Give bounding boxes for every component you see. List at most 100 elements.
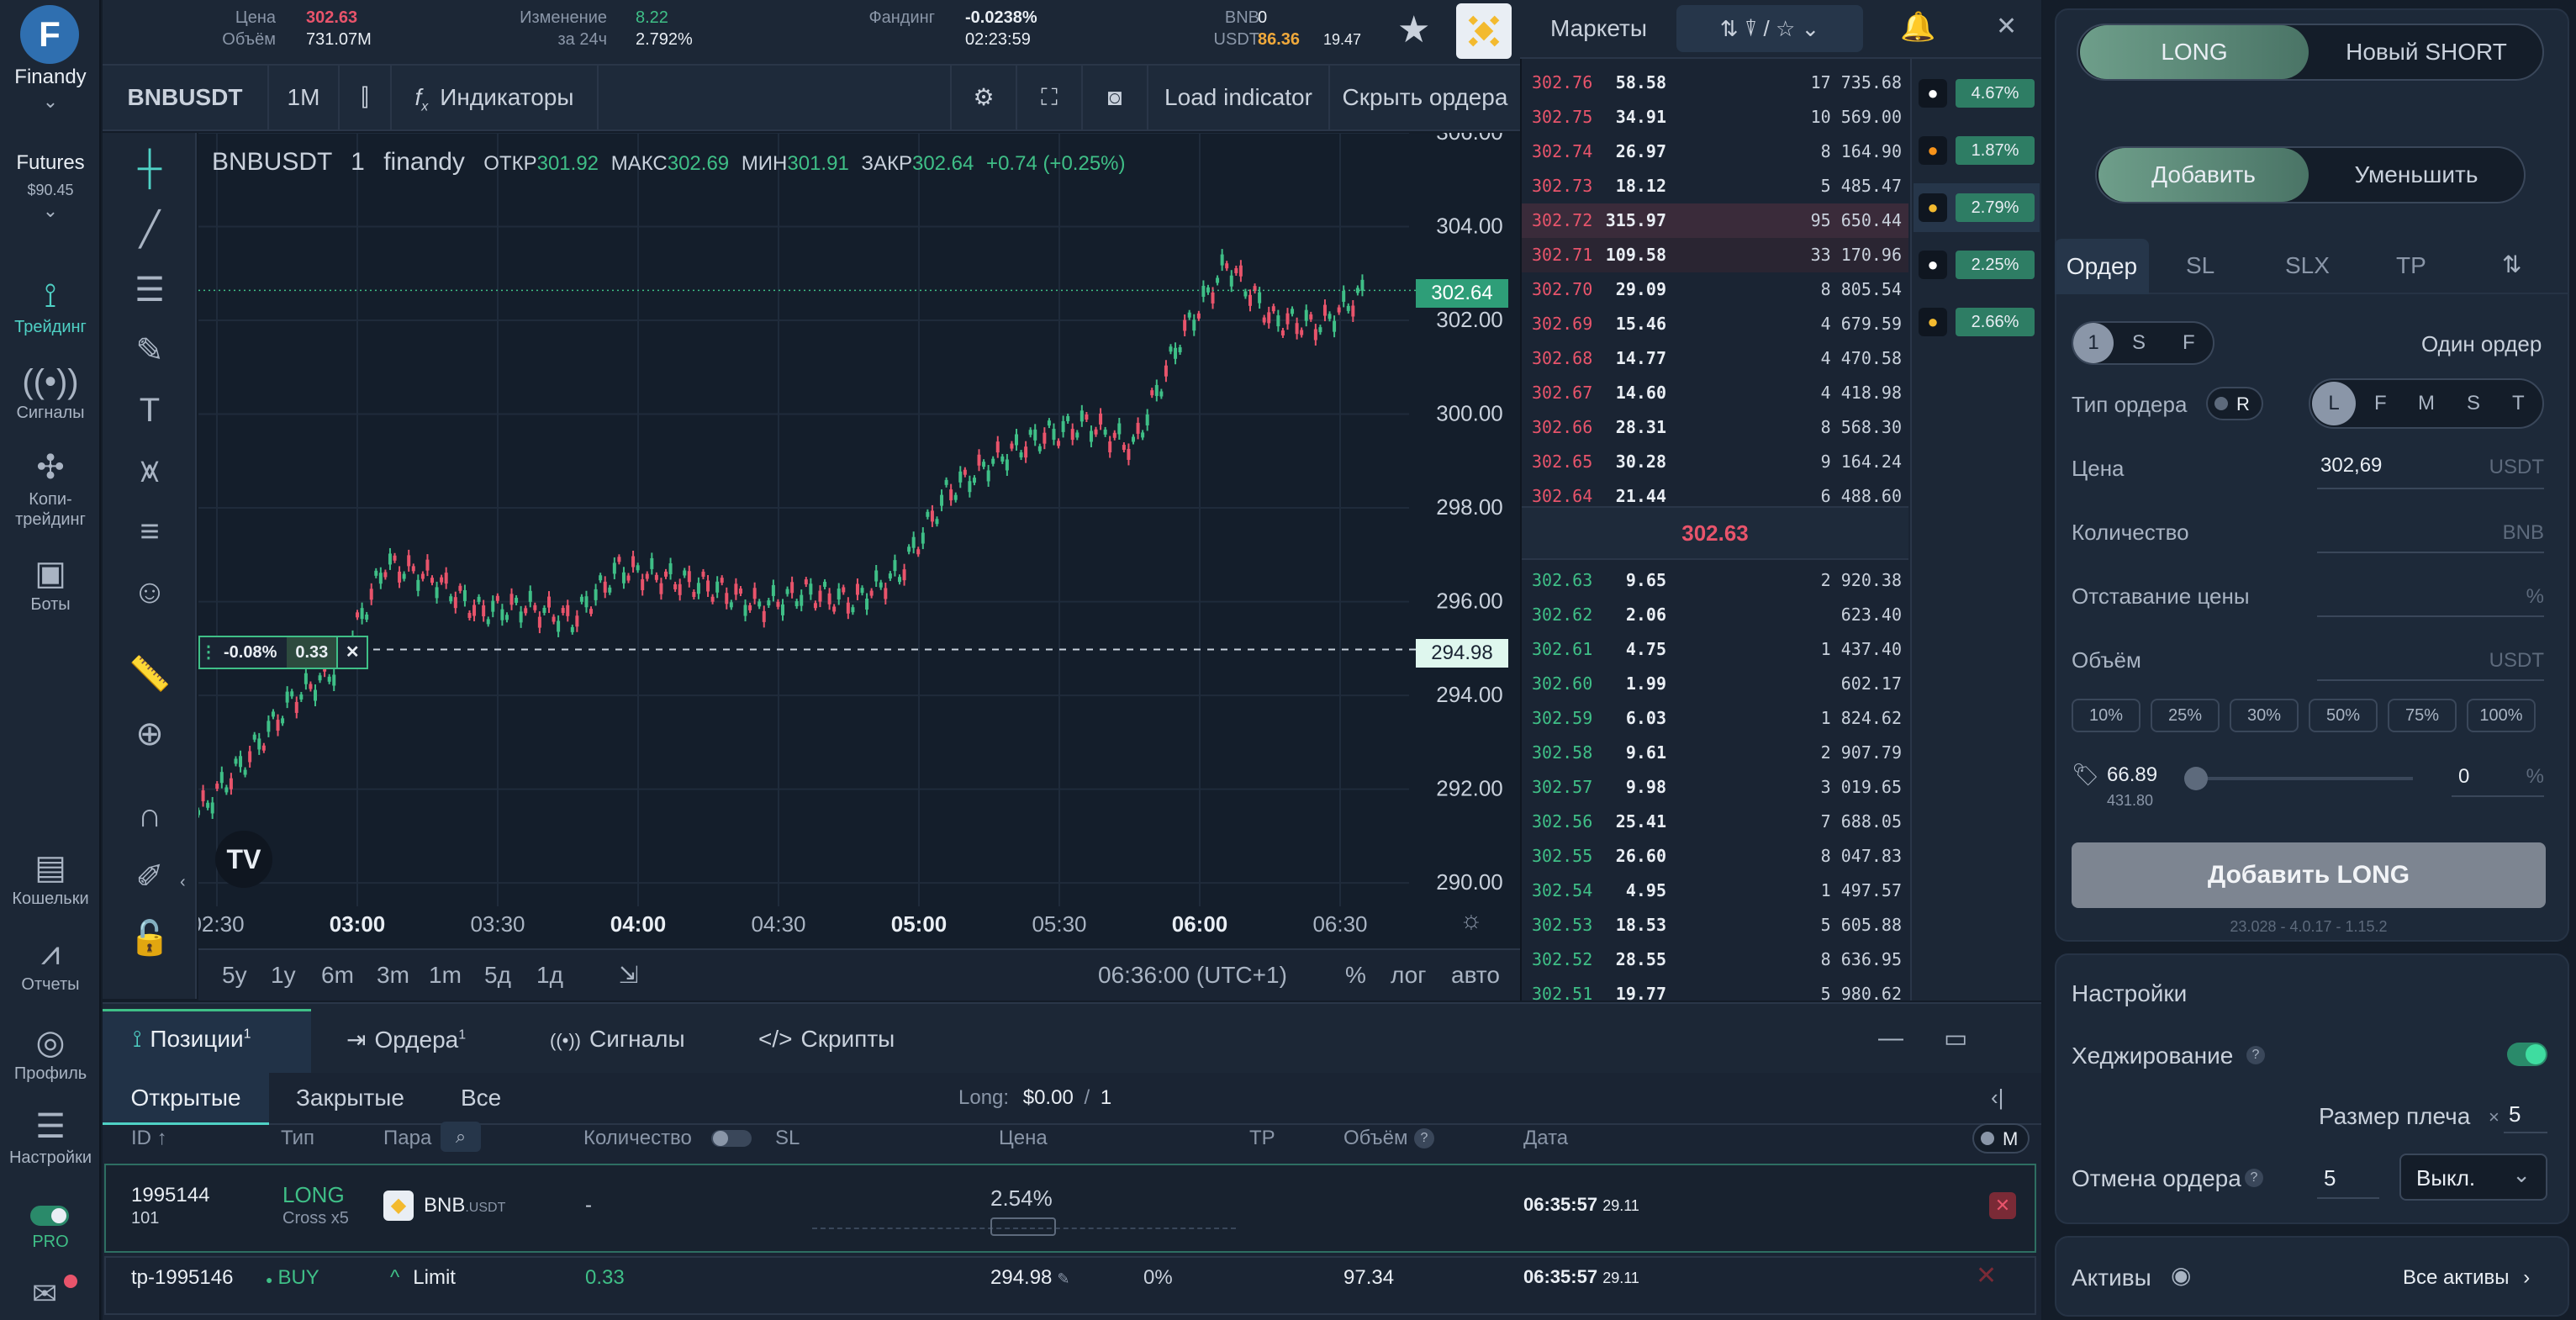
pro-toggle[interactable] bbox=[30, 1206, 69, 1226]
percent-scale-button[interactable]: % bbox=[1345, 950, 1366, 1001]
auto-scale-button[interactable]: авто bbox=[1451, 950, 1500, 1001]
collapse-panel-icon[interactable]: ‹| bbox=[1991, 1085, 2003, 1111]
reduce-button[interactable]: Уменьшить bbox=[2310, 148, 2522, 202]
ask-row[interactable]: 302.74 26.97 8 164.90 bbox=[1522, 135, 1908, 169]
pct-10-button[interactable]: 10% bbox=[2072, 699, 2141, 732]
finandy-logo[interactable]: F bbox=[20, 5, 79, 64]
ruler-icon[interactable]: 📏 bbox=[103, 654, 197, 694]
horizontal-lines-icon[interactable]: ☰ bbox=[103, 271, 197, 309]
range-1d[interactable]: 1д bbox=[536, 950, 563, 1001]
sidebar-item-reports[interactable]: ⩘ Отчеты bbox=[0, 935, 101, 995]
ask-row[interactable]: 302.73 18.12 5 485.47 bbox=[1522, 169, 1908, 203]
all-assets-link[interactable]: Все активы › bbox=[2403, 1266, 2530, 1290]
pair-search-icon[interactable]: ⌕ bbox=[441, 1122, 481, 1152]
tab-slx[interactable]: SLX bbox=[2285, 252, 2330, 279]
indicators-button[interactable]: fx Индикаторы bbox=[392, 66, 599, 129]
chevron-down-icon[interactable]: ⌄ bbox=[0, 91, 101, 113]
type-t[interactable]: T bbox=[2512, 392, 2525, 415]
bid-row[interactable]: 302.60 1.99 602.17 bbox=[1522, 667, 1908, 701]
maximize-icon[interactable]: ▭ bbox=[1944, 1024, 1967, 1053]
bid-row[interactable]: 302.55 26.60 8 047.83 bbox=[1522, 839, 1908, 874]
type-m[interactable]: M bbox=[2418, 392, 2435, 415]
range-5y[interactable]: 5y bbox=[222, 950, 247, 1001]
unlock-icon[interactable]: 🔓 bbox=[103, 918, 197, 958]
price-chart[interactable]: 290.00 292.00 294.00 296.00 298.00 300.00 302.… bbox=[198, 133, 1520, 948]
help-icon[interactable]: ? bbox=[2245, 1169, 2263, 1187]
amount-slider[interactable] bbox=[2184, 767, 2413, 790]
ask-row[interactable]: 302.69 15.46 4 679.59 bbox=[1522, 307, 1908, 341]
close-position-icon[interactable]: ✕ bbox=[1989, 1192, 2016, 1219]
camera-icon[interactable]: ◙ bbox=[1083, 66, 1148, 129]
type-f[interactable]: F bbox=[2374, 392, 2387, 415]
eye-icon[interactable]: ◉ bbox=[2171, 1261, 2191, 1289]
sidebar-item-signals[interactable]: ((•)) Сигналы bbox=[0, 363, 101, 423]
m-toggle[interactable]: M bbox=[1972, 1123, 2030, 1154]
bid-row[interactable]: 302.52 28.55 8 636.95 bbox=[1522, 942, 1908, 977]
price-input[interactable]: 302,69 USDT bbox=[2317, 446, 2544, 489]
range-6m[interactable]: 6m bbox=[321, 950, 354, 1001]
pct-100-button[interactable]: 100% bbox=[2467, 699, 2536, 732]
mail-icon[interactable]: ✉ bbox=[32, 1276, 57, 1312]
slider-input[interactable]: 0 % bbox=[2452, 760, 2544, 797]
subtab-open[interactable]: Открытые bbox=[103, 1073, 269, 1125]
bid-row[interactable]: 302.63 9.65 2 920.38 bbox=[1522, 563, 1908, 598]
candle-type-icon[interactable]: ⫿ bbox=[340, 66, 392, 129]
symbol-selector[interactable]: BNBUSDT bbox=[103, 66, 269, 129]
ask-row[interactable]: 302.68 14.77 4 470.58 bbox=[1522, 341, 1908, 376]
sidebar-item-settings[interactable]: ☰ Настройки bbox=[0, 1108, 101, 1168]
help-icon[interactable]: ? bbox=[1414, 1128, 1434, 1148]
text-tool-icon[interactable]: T bbox=[103, 392, 197, 430]
ask-row[interactable]: 302.65 30.28 9 164.24 bbox=[1522, 445, 1908, 479]
ask-row[interactable]: 302.66 28.31 8 568.30 bbox=[1522, 410, 1908, 445]
hedging-toggle[interactable] bbox=[2507, 1043, 2547, 1066]
market-item[interactable]: ● 4.67% bbox=[1914, 69, 2040, 118]
market-item[interactable]: ● 1.87% bbox=[1914, 126, 2040, 175]
tab-sl[interactable]: SL bbox=[2186, 252, 2214, 279]
bid-row[interactable]: 302.57 9.98 3 019.65 bbox=[1522, 770, 1908, 805]
edit-pencil-icon[interactable]: ✎ bbox=[1057, 1270, 1069, 1287]
sidebar-item-bots[interactable]: ▣ Боты bbox=[0, 555, 101, 615]
date-range-icon[interactable]: ⇲ bbox=[619, 950, 638, 1001]
sort-options-icon[interactable]: ⇅ bbox=[2502, 251, 2521, 278]
lag-input[interactable]: % bbox=[2317, 573, 2544, 617]
cancel-value-input[interactable]: 5 bbox=[2317, 1157, 2379, 1199]
range-1m[interactable]: 1m bbox=[429, 950, 462, 1001]
volume-input[interactable]: USDT bbox=[2317, 637, 2544, 681]
pct-25-button[interactable]: 25% bbox=[2151, 699, 2220, 732]
chart-time[interactable]: 06:36:00 (UTC+1) bbox=[1098, 950, 1287, 1001]
range-1y[interactable]: 1y bbox=[271, 950, 296, 1001]
chevron-down-icon[interactable]: ⌄ bbox=[0, 200, 101, 222]
add-button[interactable]: Добавить bbox=[2098, 148, 2309, 202]
gear-icon[interactable]: ⚙ bbox=[950, 66, 1017, 129]
tab-signals[interactable]: ((•)) Сигналы bbox=[550, 1026, 685, 1053]
sidebar-item-wallets[interactable]: ▤ Кошельки bbox=[0, 849, 101, 909]
subtab-all[interactable]: Все bbox=[461, 1085, 501, 1111]
collapse-toolbar-icon[interactable]: ‹ bbox=[180, 873, 197, 892]
ask-row[interactable]: 302.75 34.91 10 569.00 bbox=[1522, 100, 1908, 135]
load-indicator-button[interactable]: Load indicator bbox=[1148, 66, 1330, 129]
brand-name[interactable]: Finandy bbox=[0, 66, 101, 89]
tradingview-logo[interactable]: TV bbox=[215, 831, 272, 888]
tab-scripts[interactable]: </> Скрипты bbox=[758, 1026, 895, 1053]
close-icon[interactable]: ✕ bbox=[1996, 12, 2017, 41]
ask-row[interactable]: 302.72 315.97 95 650.44 bbox=[1522, 203, 1908, 238]
bid-row[interactable]: 302.53 18.53 5 605.88 bbox=[1522, 908, 1908, 942]
ask-row[interactable]: 302.76 58.58 17 735.68 bbox=[1522, 66, 1908, 100]
pattern-icon[interactable]: ⩙ bbox=[103, 452, 197, 490]
market-item[interactable]: ● 2.66% bbox=[1914, 298, 2040, 346]
cancel-order-icon[interactable]: ✕ bbox=[1976, 1261, 1997, 1291]
markets-tab[interactable]: Маркеты bbox=[1550, 15, 1647, 42]
bid-row[interactable]: 302.62 2.06 623.40 bbox=[1522, 598, 1908, 632]
tab-tp[interactable]: TP bbox=[2396, 252, 2426, 279]
tab-orders[interactable]: ⇥ Ордера1 bbox=[346, 1026, 466, 1053]
trendline-icon[interactable]: ╱ bbox=[103, 210, 197, 249]
zoom-in-icon[interactable]: ⊕ bbox=[103, 715, 197, 753]
minimize-icon[interactable]: — bbox=[1878, 1024, 1903, 1053]
chart-canvas[interactable]: 290.00 292.00 294.00 296.00 298.00 300.00 302.… bbox=[198, 133, 1520, 948]
subtab-closed[interactable]: Закрытые bbox=[296, 1085, 404, 1111]
mode-1[interactable]: 1 bbox=[2073, 323, 2114, 363]
ask-row[interactable]: 302.70 29.09 8 805.54 bbox=[1522, 272, 1908, 307]
fib-icon[interactable]: ≡ bbox=[103, 513, 197, 551]
bid-row[interactable]: 302.59 6.03 1 824.62 bbox=[1522, 701, 1908, 736]
bid-row[interactable]: 302.58 9.61 2 907.79 bbox=[1522, 736, 1908, 770]
